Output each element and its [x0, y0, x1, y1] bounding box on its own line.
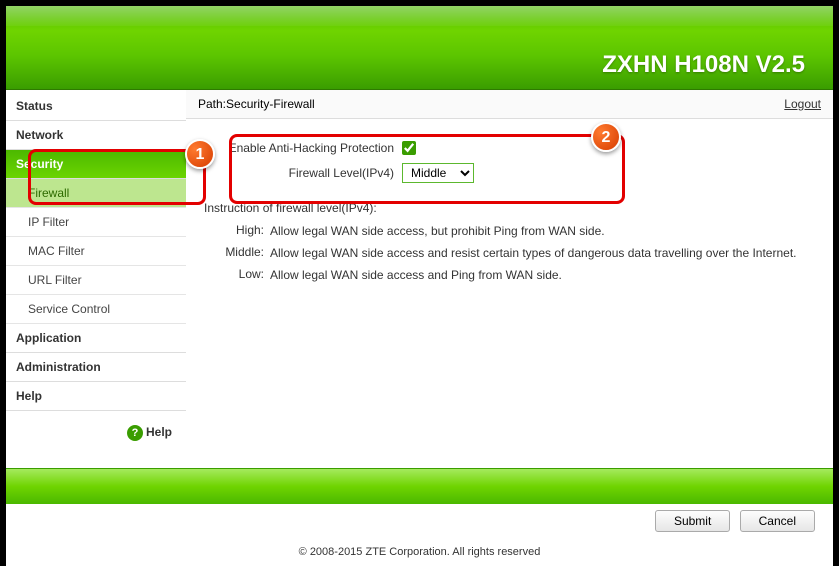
content: Path:Security-Firewall Logout Enable Ant… — [186, 90, 833, 468]
instruction-title: Instruction of firewall level(IPv4): — [204, 201, 815, 215]
instruction-high-text: Allow legal WAN side access, but prohibi… — [270, 223, 815, 240]
firewall-level-select[interactable]: Middle — [402, 163, 474, 183]
sidebar-item-ip-filter[interactable]: IP Filter — [6, 208, 186, 237]
breadcrumb: Path:Security-Firewall Logout — [186, 90, 833, 119]
annotation-badge-1: 1 — [185, 139, 215, 169]
instruction-low-label: Low: — [204, 267, 264, 284]
enable-antihacking-label: Enable Anti-Hacking Protection — [204, 141, 394, 155]
header: ZXHN H108N V2.5 — [6, 6, 833, 90]
annotation-badge-2: 2 — [591, 122, 621, 152]
device-title: ZXHN H108N V2.5 — [602, 51, 805, 79]
button-row: Submit Cancel — [6, 504, 833, 538]
footer-bar — [6, 468, 833, 504]
sidebar-item-mac-filter[interactable]: MAC Filter — [6, 237, 186, 266]
sidebar-item-status[interactable]: Status — [6, 92, 186, 121]
enable-antihacking-checkbox[interactable] — [402, 141, 416, 155]
sidebar-item-application[interactable]: Application — [6, 324, 186, 353]
cancel-button[interactable]: Cancel — [740, 510, 815, 532]
instruction-high-label: High: — [204, 223, 264, 240]
sidebar-item-administration[interactable]: Administration — [6, 353, 186, 382]
help-link-label: Help — [146, 425, 172, 439]
instruction-middle-label: Middle: — [204, 245, 264, 262]
sidebar-item-security[interactable]: Security — [6, 150, 186, 179]
sidebar: Status Network Security Firewall IP Filt… — [6, 90, 186, 468]
sidebar-item-firewall[interactable]: Firewall — [6, 179, 186, 208]
firewall-level-label: Firewall Level(IPv4) — [204, 166, 394, 180]
help-link[interactable]: ?Help — [6, 411, 186, 455]
sidebar-item-help[interactable]: Help — [6, 382, 186, 411]
logout-link[interactable]: Logout — [784, 97, 821, 111]
path-text: Path:Security-Firewall — [198, 97, 315, 111]
instruction-low-text: Allow legal WAN side access and Ping fro… — [270, 267, 815, 284]
copyright: © 2008-2015 ZTE Corporation. All rights … — [6, 538, 833, 566]
instruction-middle-text: Allow legal WAN side access and resist c… — [270, 245, 815, 262]
sidebar-item-network[interactable]: Network — [6, 121, 186, 150]
help-icon: ? — [127, 425, 143, 441]
sidebar-item-service-control[interactable]: Service Control — [6, 295, 186, 324]
submit-button[interactable]: Submit — [655, 510, 730, 532]
sidebar-item-url-filter[interactable]: URL Filter — [6, 266, 186, 295]
